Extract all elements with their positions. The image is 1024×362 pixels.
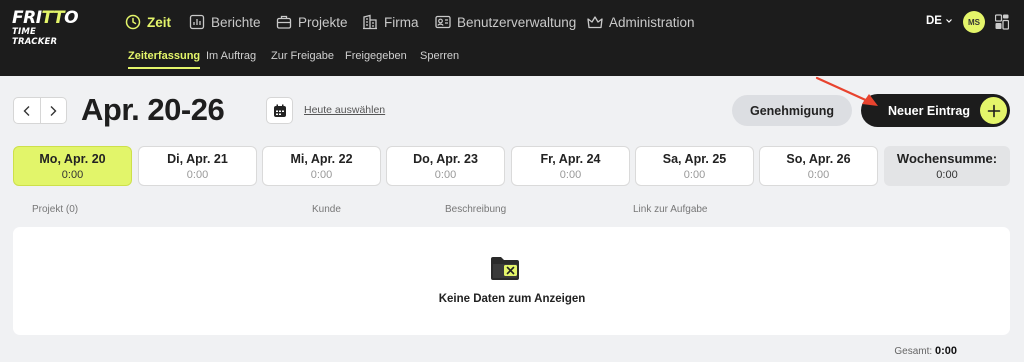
column-header-project[interactable]: Projekt (0) [32,204,78,215]
chart-icon [189,14,205,30]
chevron-left-icon [23,105,30,116]
subnav-zur-freigabe[interactable]: Zur Freigabe [271,50,334,62]
column-header-description[interactable]: Beschreibung [445,204,506,215]
day-name: Do, Apr. 23 [413,152,478,166]
nav-item-berichte[interactable]: Berichte [189,11,261,33]
day-name: Di, Apr. 21 [167,152,228,166]
clock-icon [125,14,141,30]
fritto-logo[interactable]: FRITTO TIME TRACKER [12,10,82,48]
crown-icon [587,16,603,29]
day-name: So, Apr. 26 [786,152,851,166]
day-card-monday[interactable]: Mo, Apr. 20 0:00 [13,146,132,186]
day-time: 0:00 [310,169,333,181]
nav-label: Administration [609,14,695,30]
total-summary: Gesamt: 0:00 [894,345,957,357]
prev-week-button[interactable] [14,98,40,123]
day-name: Sa, Apr. 25 [662,152,727,166]
day-time: 0:00 [434,169,457,181]
nav-label: Berichte [211,14,261,30]
next-week-button[interactable] [39,98,67,123]
nav-label: Benutzerverwaltung [457,14,577,30]
nav-item-benutzerverwaltung[interactable]: Benutzerverwaltung [435,11,576,33]
language-selector[interactable]: DE [926,15,953,27]
annotation-arrow-icon [815,76,878,106]
nav-item-firma[interactable]: Firma [362,11,419,33]
week-sum-time: 0:00 [936,169,958,181]
subnav-sperren[interactable]: Sperren [420,50,459,62]
select-today-link[interactable]: Heute auswählen [304,104,385,116]
chevron-down-icon [946,19,952,23]
column-header-task-link[interactable]: Link zur Aufgabe [633,204,708,215]
entries-table [13,227,1010,335]
day-name: Mo, Apr. 20 [39,152,106,166]
day-time: 0:00 [61,169,84,181]
day-name: Fr, Apr. 24 [540,152,601,166]
week-title: Apr. 20-26 [81,92,225,127]
day-card-saturday[interactable]: Sa, Apr. 25 0:00 [635,146,754,186]
nav-label: Zeit [147,14,172,30]
day-time: 0:00 [683,169,706,181]
total-value: 0:00 [934,345,957,357]
nav-item-zeit[interactable]: Zeit [125,11,171,33]
plus-icon [980,97,1007,124]
avatar[interactable]: MS [963,11,985,33]
day-card-tuesday[interactable]: Di, Apr. 21 0:00 [138,146,257,186]
day-card-wednesday[interactable]: Mi, Apr. 22 0:00 [262,146,381,186]
new-entry-label: Neuer Eintrag [888,103,970,118]
nav-label: Projekte [298,14,348,30]
day-card-thursday[interactable]: Do, Apr. 23 0:00 [386,146,505,186]
column-header-customer[interactable]: Kunde [312,204,341,215]
day-card-sunday[interactable]: So, Apr. 26 0:00 [759,146,878,186]
day-time: 0:00 [807,169,830,181]
nav-item-administration[interactable]: Administration [587,11,695,33]
day-time: 0:00 [559,169,582,181]
total-label: Gesamt: [894,346,933,357]
empty-state-text: Keine Daten zum Anzeigen [438,293,586,305]
id-card-icon [435,15,451,29]
day-card-friday[interactable]: Fr, Apr. 24 0:00 [511,146,630,186]
day-name: Mi, Apr. 22 [290,152,353,166]
subnav-freigegeben[interactable]: Freigegeben [345,50,407,62]
nav-item-projekte[interactable]: Projekte [276,11,348,33]
calendar-icon [273,104,286,117]
week-sum-card: Wochensumme: 0:00 [884,146,1010,186]
app-switcher-icon[interactable] [995,14,1009,30]
top-navbar: FRITTO TIME TRACKER Zeit Berichte Projek… [0,0,1024,76]
briefcase-icon [276,15,292,29]
chevron-right-icon [50,105,57,116]
week-navigation [13,97,67,124]
subnav-zeiterfassung[interactable]: Zeiterfassung [128,50,201,69]
building-icon [363,14,377,30]
week-sum-label: Wochensumme: [896,151,998,166]
calendar-button[interactable] [266,97,293,124]
subnav-im-auftrag[interactable]: Im Auftrag [206,50,256,62]
empty-folder-icon [491,257,519,280]
day-time: 0:00 [186,169,209,181]
new-entry-button[interactable]: Neuer Eintrag [861,94,1010,127]
language-label: DE [926,15,942,27]
nav-label: Firma [384,14,419,30]
